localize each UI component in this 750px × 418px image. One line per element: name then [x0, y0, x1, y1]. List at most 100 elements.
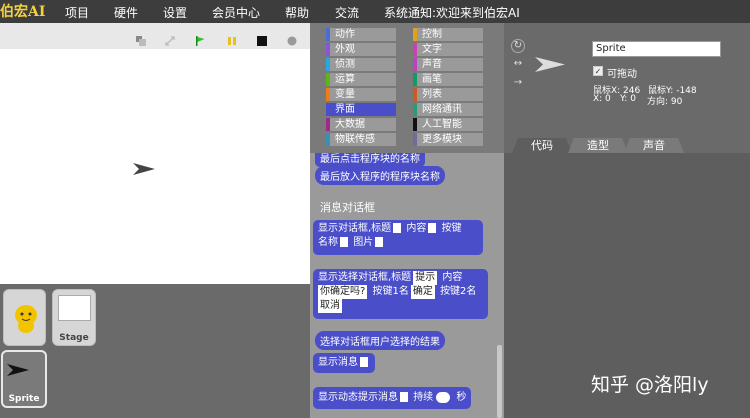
- category-15[interactable]: 更多模块: [413, 133, 483, 146]
- block-text: 显示对话框,标题: [318, 223, 392, 234]
- message-slot[interactable]: [360, 357, 368, 367]
- app-root: 伯宏AI 项目 硬件 设置 会员中心 帮助 交流 系统通知:欢迎来到伯宏AI S…: [0, 0, 750, 418]
- category-7[interactable]: 画笔: [413, 73, 483, 86]
- arrow-sprite-icon[interactable]: [133, 160, 155, 179]
- category-label: 文字: [422, 44, 442, 55]
- category-1[interactable]: 控制: [413, 28, 483, 41]
- title-slot[interactable]: [393, 223, 402, 233]
- fullscreen-icon[interactable]: [165, 31, 175, 46]
- app-logo: 伯宏AI: [0, 4, 46, 20]
- restore-icon[interactable]: [136, 31, 146, 46]
- category-label: 界面: [335, 104, 355, 115]
- block-show-message[interactable]: 显示消息: [313, 353, 375, 373]
- category-label: 声音: [422, 59, 442, 70]
- palette-scrollbar[interactable]: [497, 345, 502, 418]
- category-0[interactable]: 动作: [326, 28, 396, 41]
- toast-message-slot[interactable]: [400, 392, 408, 402]
- block-show-dialog[interactable]: 显示对话框,标题 内容 按键 名称 图片: [313, 220, 483, 255]
- tab-code[interactable]: 代码: [512, 138, 572, 153]
- no-rotate-icon[interactable]: →: [511, 77, 525, 91]
- title-chip[interactable]: 提示: [413, 271, 438, 285]
- content-slot[interactable]: [428, 223, 437, 233]
- watermark-text: 知乎 @洛阳ly: [591, 374, 709, 396]
- category-5[interactable]: 声音: [413, 58, 483, 71]
- block-text: 秒: [456, 392, 467, 403]
- sprite-thumb-sprite[interactable]: Sprite: [1, 350, 47, 408]
- category-label: 大数据: [335, 119, 365, 130]
- menu-item-help[interactable]: 帮助: [285, 4, 309, 21]
- category-label: 控制: [422, 29, 442, 40]
- category-label: 画笔: [422, 74, 442, 85]
- block-choice-result[interactable]: 选择对话框用户选择的结果: [315, 331, 445, 350]
- button1-chip[interactable]: 确定: [410, 285, 435, 299]
- menu-item-project[interactable]: 项目: [65, 4, 89, 21]
- button2-chip[interactable]: 取消: [318, 299, 342, 313]
- arrow-sprite-icon: [7, 364, 29, 376]
- section-dialog: 消息对话框: [320, 201, 375, 214]
- image-slot[interactable]: [375, 237, 384, 247]
- block-last-placed-name[interactable]: 最后放入程序的程序块名称: [315, 166, 445, 185]
- category-12[interactable]: 大数据: [326, 118, 396, 131]
- block-palette[interactable]: 最后点击程序块的名称 最后放入程序的程序块名称 消息对话框 显示对话框,标题 内…: [310, 153, 504, 418]
- category-label: 变量: [335, 89, 355, 100]
- green-flag-icon[interactable]: [195, 31, 205, 46]
- category-color-bar: [413, 28, 417, 41]
- menu-item-settings[interactable]: 设置: [163, 4, 187, 21]
- stage-thumb[interactable]: Stage: [52, 289, 96, 346]
- draggable-label: 可拖动: [607, 69, 637, 80]
- block-text: 持续: [413, 392, 434, 403]
- button-name-slot[interactable]: [340, 237, 348, 247]
- category-label: 人工智能: [422, 119, 462, 130]
- block-last-clicked-name[interactable]: 最后点击程序块的名称: [315, 153, 425, 167]
- sprite-name-input[interactable]: Sprite: [592, 41, 721, 57]
- block-show-choice-dialog[interactable]: 显示选择对话框,标题 提示 内容 你确定吗? 按键1名 确定 按键2名 取消: [313, 269, 488, 319]
- block-text: 内容: [406, 223, 427, 234]
- menu-item-hardware[interactable]: 硬件: [114, 4, 138, 21]
- block-text: 按键: [441, 223, 462, 234]
- category-11[interactable]: 网络通讯: [413, 103, 483, 116]
- category-8[interactable]: 变量: [326, 88, 396, 101]
- duration-slot[interactable]: [436, 391, 451, 403]
- stage-canvas[interactable]: [0, 49, 310, 284]
- block-text: 名称: [318, 237, 338, 248]
- draggable-checkbox[interactable]: ✓: [593, 66, 603, 76]
- category-4[interactable]: 侦测: [326, 58, 396, 71]
- category-color-bar: [326, 118, 330, 131]
- direction-readout: 方向: 90: [647, 97, 683, 107]
- category-color-bar: [326, 88, 330, 101]
- block-show-toast[interactable]: 显示动态提示消息 持续 秒: [313, 387, 472, 409]
- sprite-thumb-character[interactable]: [3, 289, 46, 346]
- block-text: 按键1名: [372, 286, 409, 297]
- stage-thumbnail: [58, 295, 91, 321]
- category-color-bar: [326, 28, 330, 41]
- category-label: 列表: [422, 89, 442, 100]
- record-icon[interactable]: [287, 31, 297, 46]
- category-color-bar: [326, 73, 330, 86]
- sprite-preview-icon: [535, 57, 565, 72]
- category-6[interactable]: 运算: [326, 73, 396, 86]
- category-label: 运算: [335, 74, 355, 85]
- tab-costume[interactable]: 造型: [568, 138, 628, 153]
- content-chip[interactable]: 你确定吗?: [318, 285, 368, 299]
- category-label: 侦测: [335, 59, 355, 70]
- stop-icon[interactable]: [257, 31, 267, 46]
- category-2[interactable]: 外观: [326, 43, 396, 56]
- block-text: 图片: [353, 237, 374, 248]
- category-color-bar: [326, 103, 330, 116]
- menu-item-member[interactable]: 会员中心: [212, 4, 260, 21]
- flip-horizontal-icon[interactable]: ↔: [511, 58, 525, 72]
- menu-item-community[interactable]: 交流: [335, 4, 359, 21]
- category-color-bar: [413, 103, 417, 116]
- rotate-icon[interactable]: ↻: [511, 39, 525, 53]
- category-14[interactable]: 物联传感: [326, 133, 396, 146]
- category-13[interactable]: 人工智能: [413, 118, 483, 131]
- category-9[interactable]: 列表: [413, 88, 483, 101]
- pause-icon[interactable]: [227, 31, 237, 45]
- tab-sound[interactable]: 声音: [624, 138, 684, 153]
- category-label: 物联传感: [335, 134, 375, 145]
- category-10[interactable]: 界面: [326, 103, 396, 116]
- category-color-bar: [326, 58, 330, 71]
- category-label: 网络通讯: [422, 104, 462, 115]
- category-3[interactable]: 文字: [413, 43, 483, 56]
- block-text: 显示选择对话框,标题: [318, 272, 412, 283]
